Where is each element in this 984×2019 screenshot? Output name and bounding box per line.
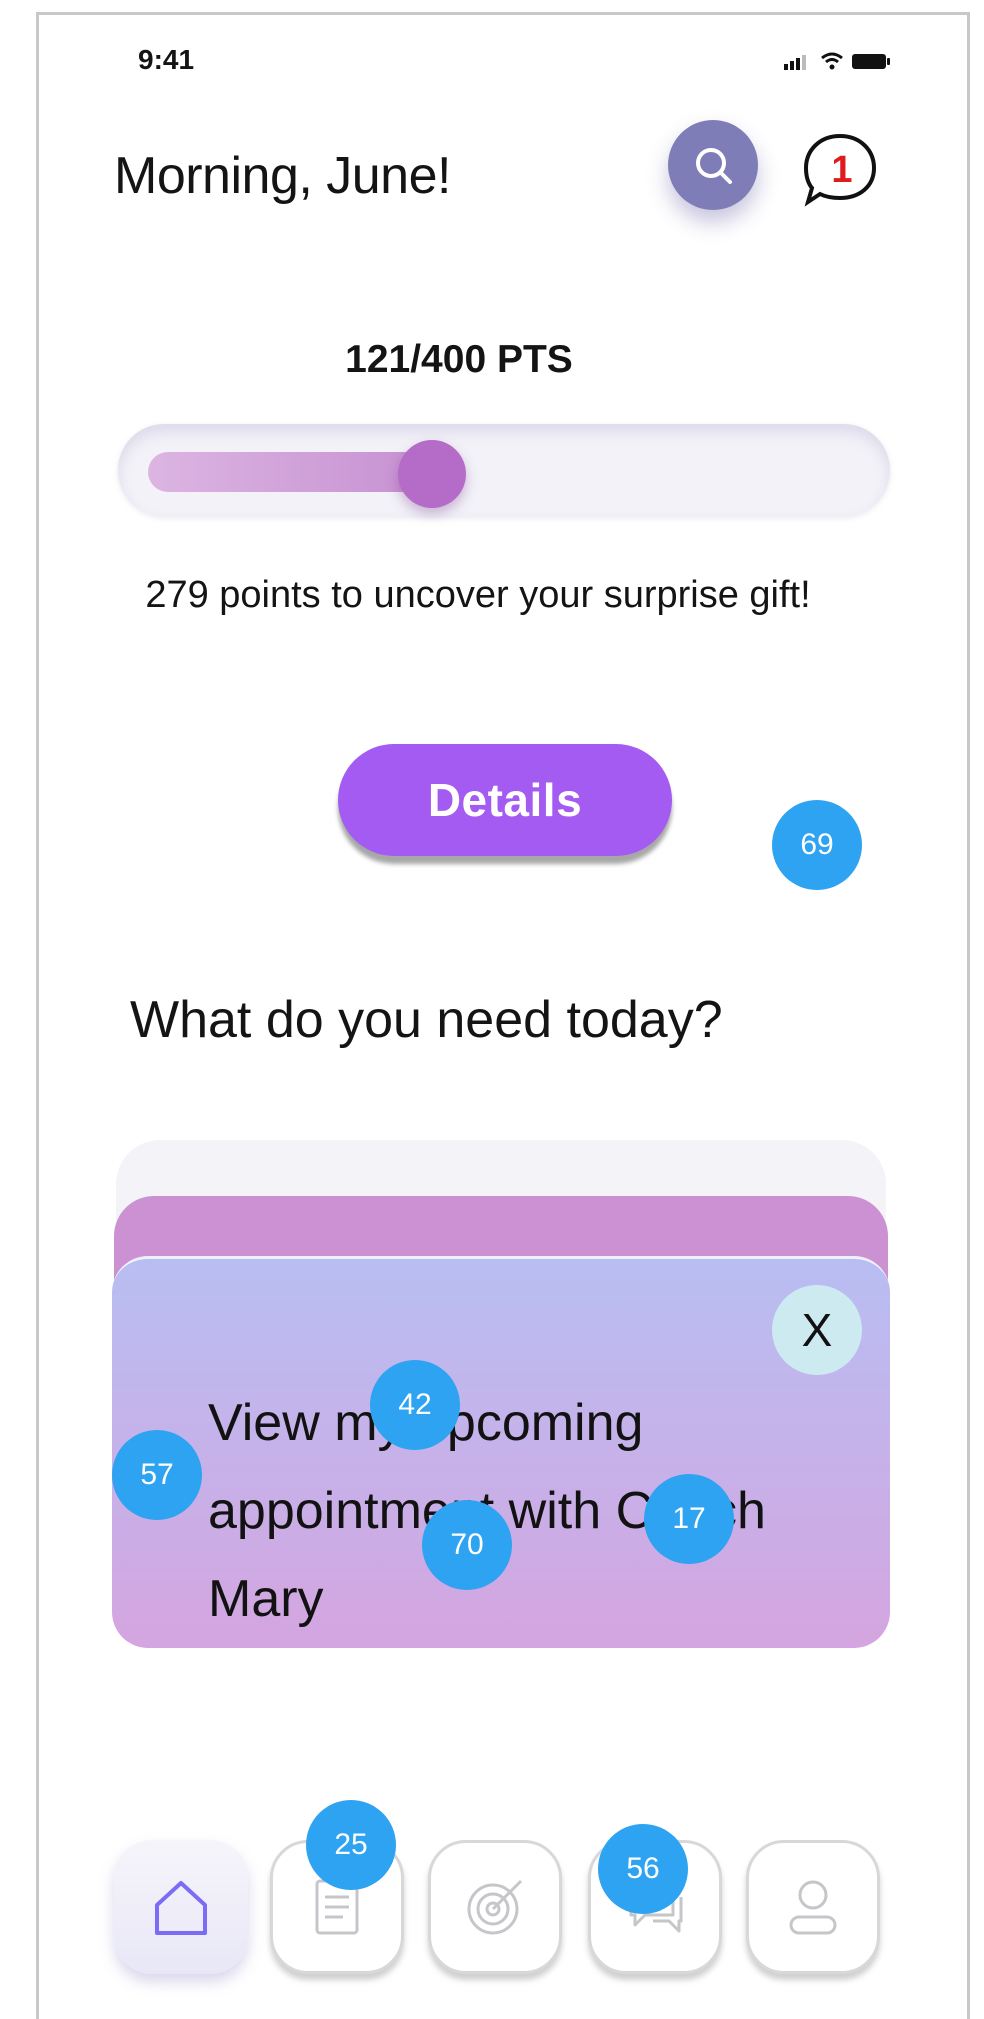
- chat-bubble-icon: 1: [803, 133, 877, 207]
- points-label: 121/400 PTS: [345, 338, 573, 381]
- appointment-card[interactable]: View my upcoming appointment with Coach …: [112, 1256, 890, 1648]
- badge-marker[interactable]: 57: [112, 1430, 202, 1520]
- home-icon: [155, 1881, 207, 1935]
- notification-count: 1: [831, 149, 852, 191]
- notification-button[interactable]: 1: [798, 128, 882, 212]
- details-button[interactable]: Details: [338, 744, 672, 856]
- points-message: 279 points to uncover your surprise gift…: [145, 574, 811, 616]
- badge-marker[interactable]: 70: [422, 1500, 512, 1590]
- badge-marker[interactable]: 69: [772, 800, 862, 890]
- progress-knob[interactable]: [398, 440, 466, 508]
- nav-goals-button[interactable]: [428, 1840, 562, 1974]
- card-close-button[interactable]: X: [772, 1285, 862, 1375]
- status-time: 9:41: [138, 44, 195, 75]
- status-icons: [782, 48, 892, 72]
- profile-icon: [789, 1880, 837, 1935]
- badge-marker[interactable]: 42: [370, 1360, 460, 1450]
- greeting-title: Morning, June!: [114, 147, 451, 205]
- target-icon: [467, 1879, 523, 1935]
- badge-marker[interactable]: 25: [306, 1800, 396, 1890]
- appointment-card-text: View my upcoming appointment with Coach …: [208, 1394, 766, 1628]
- badge-marker[interactable]: 17: [644, 1474, 734, 1564]
- search-button[interactable]: [668, 120, 758, 210]
- nav-home-button[interactable]: [114, 1840, 248, 1974]
- badge-marker[interactable]: 56: [598, 1824, 688, 1914]
- signal-icon: [784, 52, 890, 70]
- search-icon: [696, 148, 732, 184]
- nav-profile-button[interactable]: [746, 1840, 880, 1974]
- section-title: What do you need today?: [130, 991, 723, 1049]
